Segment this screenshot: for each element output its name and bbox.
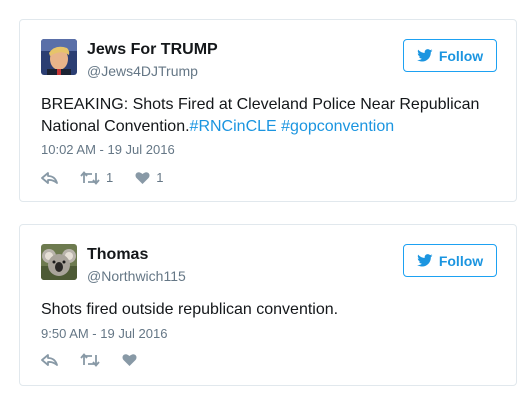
avatar[interactable] — [41, 244, 77, 280]
user-handle[interactable]: @Jews4DJTrump — [87, 62, 198, 80]
tweet-timestamp[interactable]: 10:02 AM - 19 Jul 2016 — [41, 142, 175, 158]
heart-icon — [122, 354, 137, 366]
retweet-button[interactable]: 1 — [80, 170, 113, 185]
user-handle[interactable]: @Northwich115 — [87, 267, 186, 285]
like-count: 1 — [156, 170, 164, 185]
hashtag-link[interactable]: #RNCinCLE — [190, 118, 277, 135]
tweet-text: BREAKING: Shots Fired at Cleveland Polic… — [41, 94, 501, 138]
retweet-icon — [80, 353, 100, 367]
tweet-actions: 1 1 — [41, 170, 185, 185]
follow-button[interactable]: Follow — [403, 244, 497, 277]
twitter-bird-icon — [416, 254, 433, 267]
tweet-text: Shots fired outside republican conventio… — [41, 301, 339, 318]
retweet-count: 1 — [106, 170, 114, 185]
tweet-timestamp[interactable]: 9:50 AM - 19 Jul 2016 — [41, 326, 167, 342]
follow-label: Follow — [438, 47, 484, 64]
hashtag-link[interactable]: #gopconvention — [281, 118, 394, 135]
twitter-bird-icon — [416, 49, 433, 62]
trump-portrait-icon — [41, 39, 77, 75]
follow-button[interactable]: Follow — [403, 39, 497, 72]
avatar[interactable] — [41, 39, 77, 75]
heart-icon — [135, 171, 150, 184]
reply-icon — [41, 354, 58, 366]
follow-label: Follow — [438, 252, 484, 269]
retweet-icon — [80, 170, 100, 185]
tweet-card: Jews For TRUMP @Jews4DJTrump Follow BREA… — [19, 19, 517, 202]
reply-button[interactable] — [41, 171, 58, 185]
retweet-button[interactable] — [80, 353, 100, 367]
reply-icon — [41, 171, 58, 184]
display-name[interactable]: Jews For TRUMP — [87, 40, 218, 60]
koala-icon — [41, 244, 77, 280]
like-button[interactable] — [122, 353, 137, 367]
tweet-actions — [41, 353, 159, 367]
tweet-card: Thomas @Northwich115 Follow Shots fired … — [19, 224, 517, 386]
like-button[interactable]: 1 — [135, 170, 163, 185]
display-name[interactable]: Thomas — [87, 245, 148, 265]
reply-button[interactable] — [41, 353, 58, 367]
